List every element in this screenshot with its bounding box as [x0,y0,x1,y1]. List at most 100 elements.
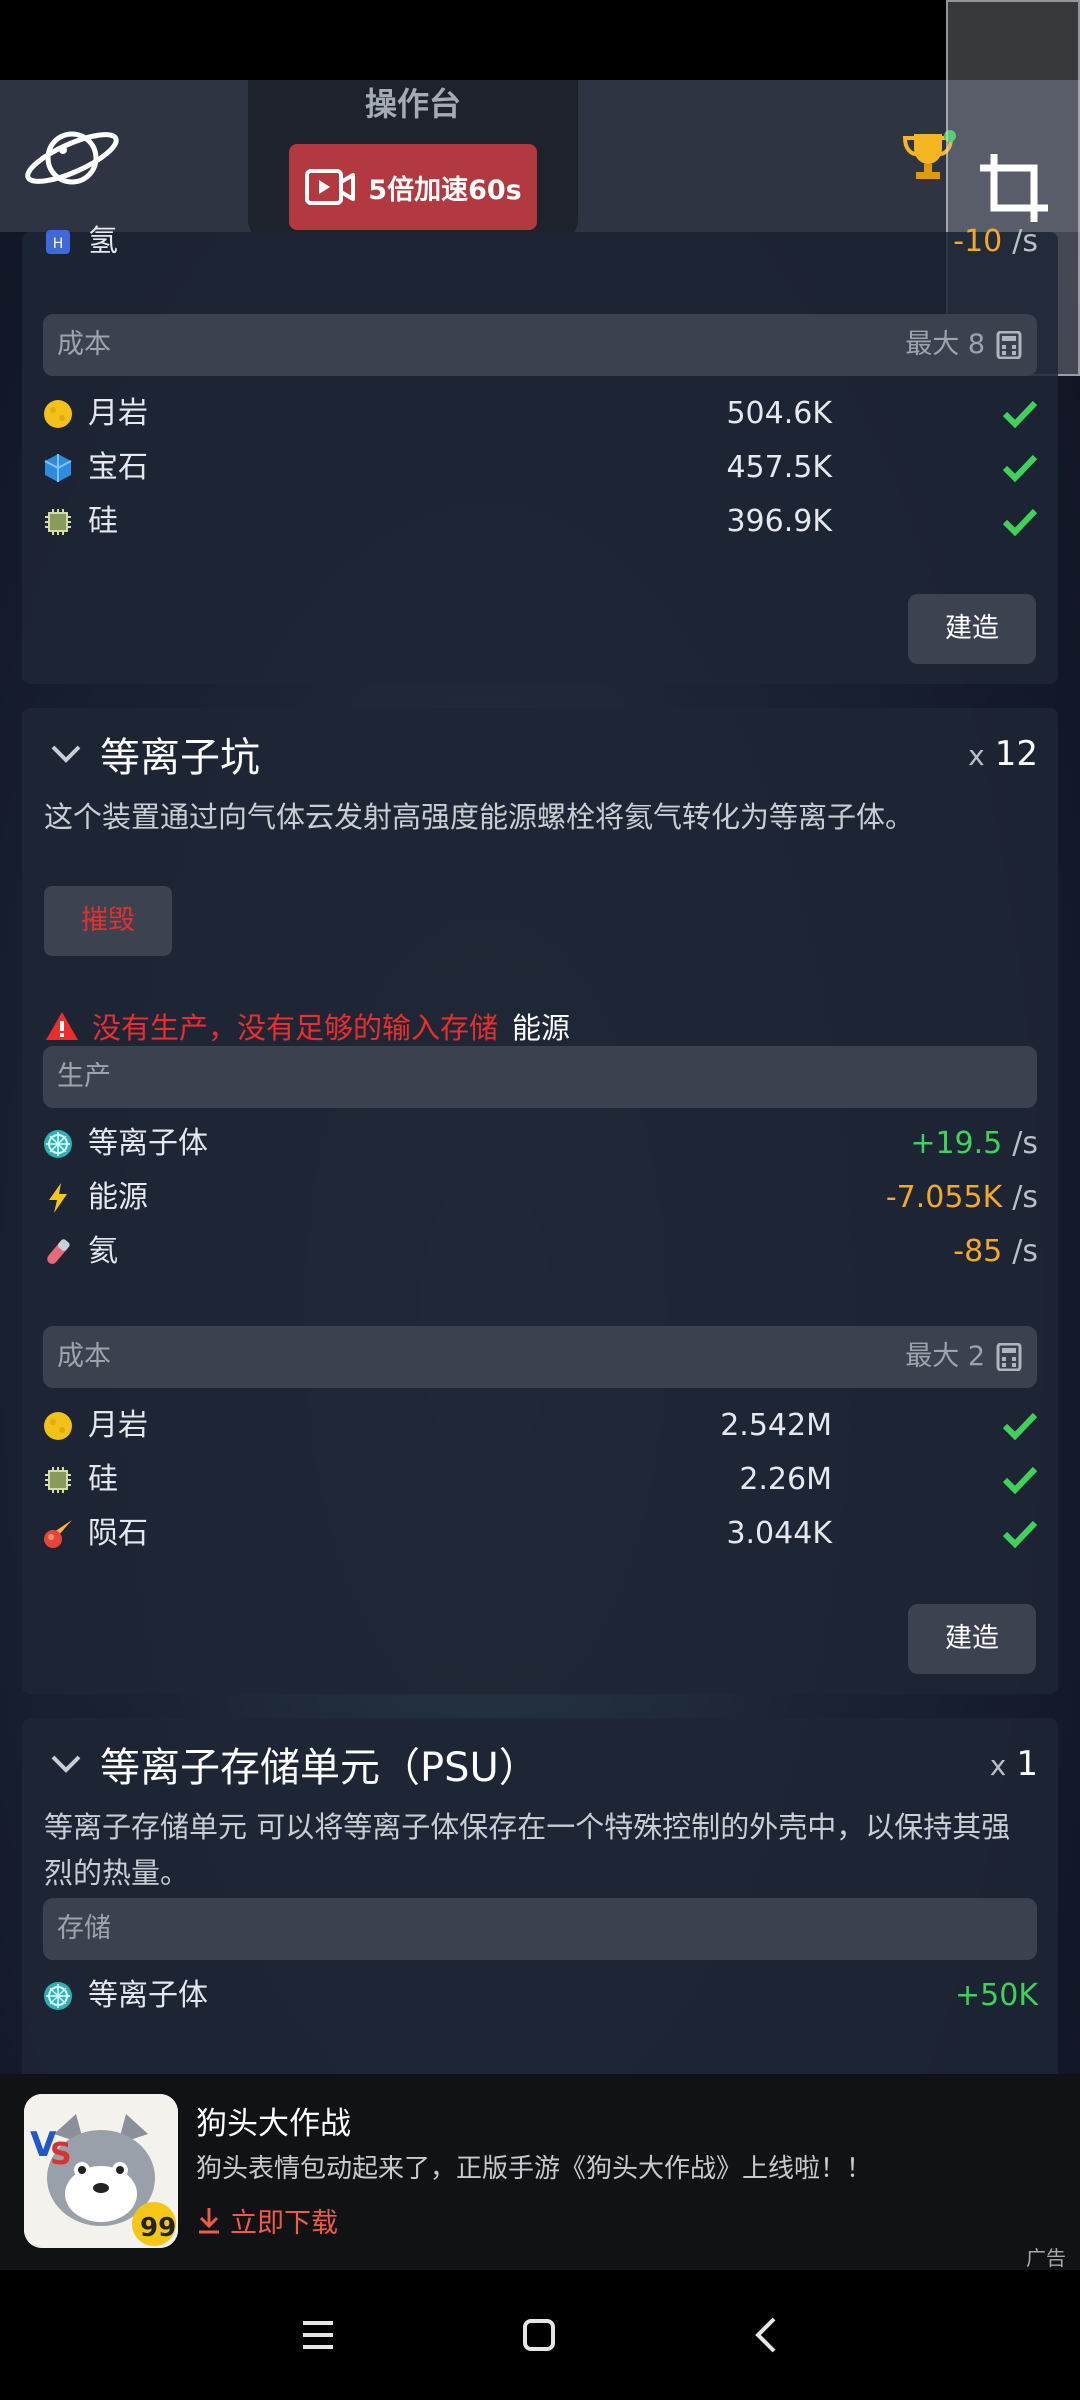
card-description: 这个装置通过向气体云发射高强度能源螺栓将氦气转化为等离子体。 [44,800,915,834]
system-nav-bar [0,2270,1080,2400]
cost-header: 成本 最大 8 [43,314,1037,376]
cost-name: 硅 [88,1462,118,1497]
card-header[interactable]: 等离子存储单元（PSU） [50,1734,539,1794]
cost-name: 月岩 [88,1408,148,1443]
production-row-plasma: 等离子体 +19.5/s [42,1122,1038,1166]
check-icon [1002,454,1038,483]
production-name: 能源 [88,1180,148,1215]
cost-amount: 457.5K [726,450,832,485]
hydrogen-icon: H [46,230,70,254]
console-panel: 操作台 5倍加速60s [248,80,578,242]
count-prefix: x [968,739,985,772]
ad-banner[interactable]: V S 99 狗头大作战 狗头表情包动起来了，正版手游《狗头大作战》上线啦！！ … [0,2074,1080,2270]
cost-amount: 2.26M [739,1462,832,1497]
svg-text:S: S [50,2137,72,2172]
chevron-down-icon[interactable] [50,1753,82,1775]
storage-name: 等离子体 [88,1978,208,2013]
moonrock-icon [44,400,72,428]
check-icon [1002,508,1038,537]
ad-download-button[interactable]: 立即下载 [196,2198,338,2242]
storage-value: +50K [955,1978,1038,2013]
cost-label: 成本 [57,329,111,360]
count-prefix: x [989,1749,1007,1782]
production-row-energy: 能源 -7.055K/s [42,1176,1038,1220]
warning-message: 没有生产，没有足够的输入存储 能源 [44,1004,570,1048]
cost-name: 月岩 [88,396,148,431]
cost-name: 陨石 [88,1516,148,1551]
chevron-down-icon[interactable] [50,743,82,765]
resource-row: H 氢 -10/s [42,220,1038,264]
gem-icon [44,454,72,482]
cost-row-silicon: 硅 2.26M [42,1458,1038,1502]
calculator-icon[interactable] [995,331,1023,359]
plasma-icon [44,1982,72,2010]
ad-description: 狗头表情包动起来了，正版手游《狗头大作战》上线啦！！ [196,2154,873,2184]
cost-name: 硅 [88,504,118,539]
count-value: 12 [994,734,1038,774]
ad-app-image[interactable]: V S 99 [24,2094,178,2248]
storage-header: 存储 [43,1898,1037,1960]
cost-row-moonrock: 月岩 504.6K [42,392,1038,436]
production-value: -7.055K [885,1180,1003,1215]
planet-logo-icon[interactable] [20,120,124,196]
calculator-icon[interactable] [995,1343,1023,1371]
building-count: x 12 [968,724,1038,786]
video-icon [305,169,356,205]
production-header: 生产 [43,1046,1037,1108]
speed-button-label: 5倍加速60s [368,174,522,206]
meteorite-icon [44,1520,72,1548]
resource-value: -10 [953,224,1003,259]
ad-title: 狗头大作战 [196,2106,351,2142]
home-icon[interactable] [518,2314,560,2356]
plasma-icon [44,1130,72,1158]
cost-header: 成本 最大 2 [43,1326,1037,1388]
building-count: x1 [990,1734,1038,1796]
production-name: 等离子体 [88,1126,208,1161]
production-value: -85 [953,1234,1003,1269]
energy-icon [49,1183,67,1213]
resource-unit: /s [1012,224,1038,259]
speed-up-button[interactable]: 5倍加速60s [289,144,537,230]
storage-row-plasma: 等离子体 +50K [42,1974,1038,2018]
card-title: 等离子存储单元（PSU） [100,1745,539,1791]
helium-icon [47,1239,70,1264]
card-header[interactable]: 等离子坑 [50,724,260,784]
production-unit: /s [1012,1180,1038,1215]
cost-row-gem: 宝石 457.5K [42,446,1038,490]
plasma-pit-card: 等离子坑 x 12 这个装置通过向气体云发射高强度能源螺栓将氦气转化为等离子体。 … [22,708,1058,1694]
resource-name: 氢 [88,224,118,259]
production-value: +19.5 [910,1126,1003,1161]
destroy-button[interactable]: 摧毁 [44,886,172,956]
crop-icon[interactable] [976,150,1052,226]
previous-building-card: H 氢 -10/s 成本 最大 8 月岩 504.6K 宝石 457.5K 硅 … [22,224,1058,684]
build-button[interactable]: 建造 [908,594,1036,664]
console-title: 操作台 [364,85,461,123]
production-unit: /s [1012,1126,1038,1161]
storage-label: 存储 [57,1913,111,1944]
cost-row-silicon: 硅 396.9K [42,500,1038,544]
cost-max: 最大 2 [905,1341,985,1372]
check-icon [1002,1520,1038,1549]
warning-text: 没有生产，没有足够的输入存储 [92,1011,499,1045]
download-icon [199,2208,219,2234]
warning-icon [46,1012,78,1040]
menu-icon[interactable] [297,2314,339,2356]
psu-card: 等离子存储单元（PSU） x1 等离子存储单元 可以将等离子体保存在一个特殊控制… [22,1718,1058,2098]
cost-max: 最大 8 [905,329,985,360]
cost-row-moonrock: 月岩 2.542M [42,1404,1038,1448]
build-button[interactable]: 建造 [908,1604,1036,1674]
cost-row-meteorite: 陨石 3.044K [42,1512,1038,1556]
production-name: 氦 [88,1234,118,1269]
svg-text:99: 99 [140,2213,176,2243]
dog-mascot-icon: V S 99 [24,2094,178,2248]
cost-amount: 3.044K [726,1516,832,1551]
ad-download-label: 立即下载 [230,2207,338,2239]
check-icon [1002,400,1038,429]
production-row-helium: 氦 -85/s [42,1230,1038,1274]
ad-tag: 广告 [1026,2246,1066,2270]
cost-amount: 2.542M [720,1408,832,1443]
card-description: 等离子存储单元 可以将等离子体保存在一个特殊控制的外壳中，以保持其强烈的热量。 [44,1810,1011,1890]
status-bar [0,0,1080,80]
back-icon[interactable] [746,2314,788,2356]
card-title: 等离子坑 [100,735,260,781]
